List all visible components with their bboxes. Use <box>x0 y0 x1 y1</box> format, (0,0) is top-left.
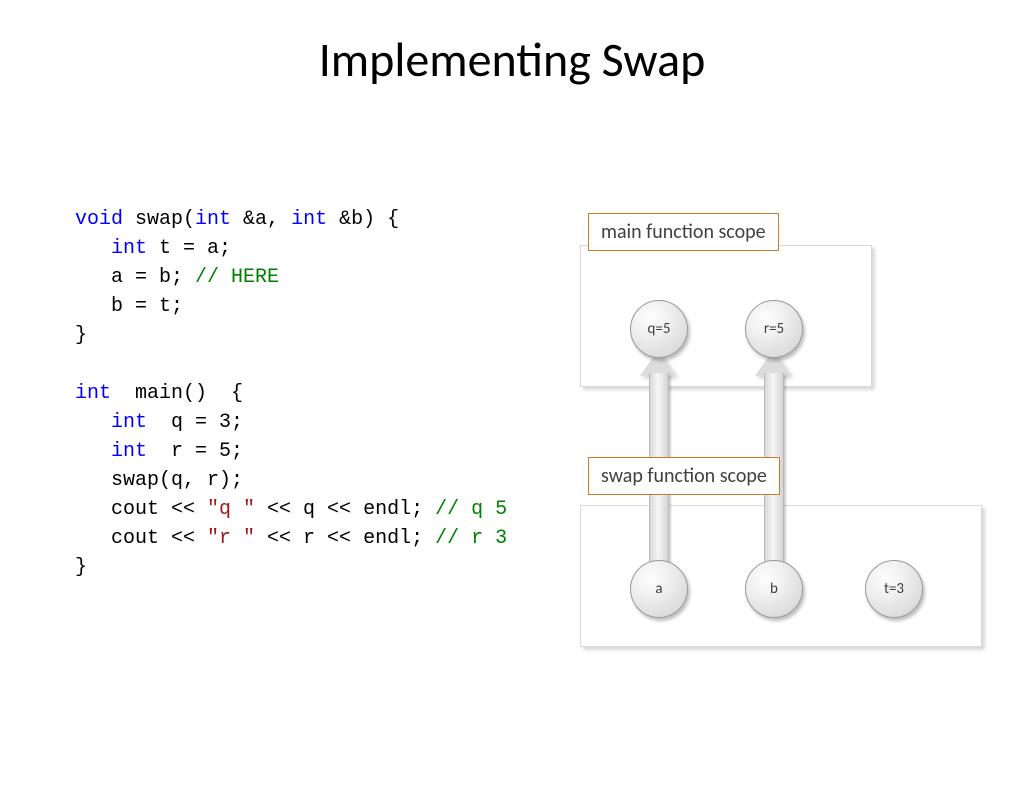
kw-int: int <box>111 440 147 463</box>
code-text: cout << <box>75 498 207 521</box>
string-literal: "r " <box>207 527 255 550</box>
node-r: r=5 <box>745 300 803 358</box>
code-text: swap( <box>123 208 195 231</box>
code-text: &a, <box>231 208 291 231</box>
main-scope-box <box>580 245 872 387</box>
slide-title: Implementing Swap <box>0 30 1024 89</box>
code-text: q = 3; <box>147 411 243 434</box>
main-scope-label: main function scope <box>588 213 779 251</box>
code-text: &b) { <box>327 208 399 231</box>
comment: // HERE <box>195 266 279 289</box>
code-text: main() { <box>111 382 243 405</box>
code-text: a = b; <box>75 266 195 289</box>
string-literal: "q " <box>207 498 255 521</box>
code-text: swap(q, r); <box>75 469 243 492</box>
node-q: q=5 <box>630 300 688 358</box>
kw-int: int <box>111 237 147 260</box>
node-a: a <box>630 560 688 618</box>
code-text: t = a; <box>147 237 231 260</box>
swap-scope-label: swap function scope <box>588 457 780 495</box>
code-text: r = 5; <box>147 440 243 463</box>
code-text: } <box>75 556 87 579</box>
code-block: void swap(int &a, int &b) { int t = a; a… <box>75 205 507 582</box>
code-text: b = t; <box>75 295 183 318</box>
kw-void: void <box>75 208 123 231</box>
node-t: t=3 <box>865 560 923 618</box>
code-text: cout << <box>75 527 207 550</box>
code-text: } <box>75 324 87 347</box>
kw-int: int <box>195 208 231 231</box>
code-text: << q << endl; <box>255 498 435 521</box>
scope-diagram: main function scope q=5 r=5 swap functio… <box>560 205 980 665</box>
kw-int: int <box>111 411 147 434</box>
comment: // r 3 <box>435 527 507 550</box>
comment: // q 5 <box>435 498 507 521</box>
node-b: b <box>745 560 803 618</box>
kw-int: int <box>291 208 327 231</box>
code-text: << r << endl; <box>255 527 435 550</box>
kw-int: int <box>75 382 111 405</box>
